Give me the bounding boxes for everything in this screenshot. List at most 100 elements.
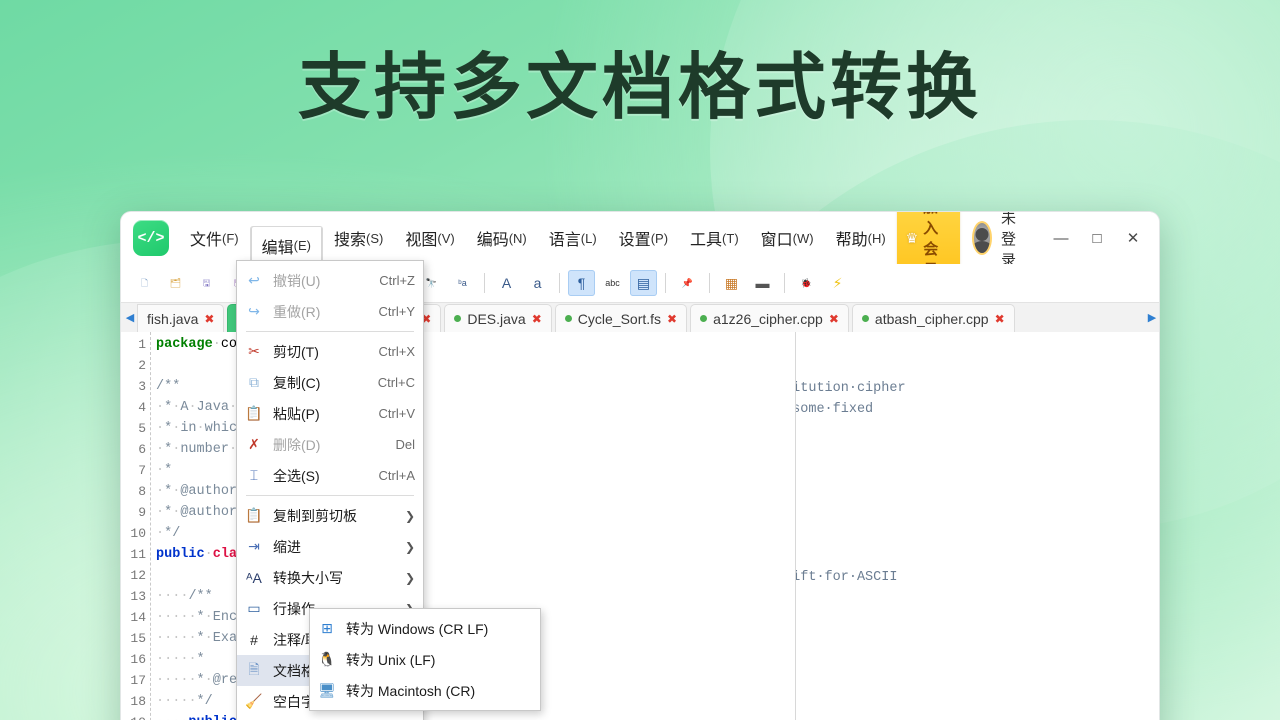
menu-undo-label: 撤销(U) [273,272,321,289]
menu-encoding-label: 编码 [476,232,509,249]
open-file-icon[interactable]: 🗂 [162,270,189,296]
debug-icon-glyph: 🐞 [800,277,813,288]
menu-cut-accelerator: Ctrl+X [378,344,415,359]
menu-copy-to-clipboard-label: 复制到剪切板 [273,507,357,524]
menu-help[interactable]: 帮助 (H) [825,212,897,264]
app-window: </> 文件 (F) 编辑 (E) 搜索 (S) 视图 (V) 编码 (N) 语言 (L) 设置 (P) 工… [120,211,1160,720]
color-picker-icon[interactable]: ▦ [718,270,745,296]
menu-window[interactable]: 窗口 (W) [750,212,825,264]
select-all-icon: ⌶ [249,467,259,483]
tab-fish-java[interactable]: fish.java ✖ [137,304,225,332]
color-picker-icon-glyph: ▦ [724,275,739,291]
menu-copy-to-clipboard[interactable]: 📋 复制到剪切板 ❯ [237,500,423,531]
increase-font-icon[interactable]: A [493,270,520,296]
menu-select-all[interactable]: ⌶ 全选(S) Ctrl+A [237,460,423,491]
tab-scroll-right-button[interactable]: ▶ [1145,302,1159,332]
login-status[interactable]: 未登录 [1001,212,1025,270]
menu-view[interactable]: 视图 (V) [394,212,465,264]
avatar[interactable] [972,221,992,255]
pin-icon-glyph: 📌 [681,277,694,288]
toolbar-separator [665,273,666,293]
menu-paste[interactable]: 📋 粘贴(P) Ctrl+V [237,398,423,429]
chevron-right-icon: ❯ [404,539,415,554]
menu-language-mnemonic: (L) [580,230,597,246]
tab-close-icon[interactable]: ✖ [532,312,542,326]
console-icon[interactable]: ▬ [749,270,776,296]
line-number: 16 [130,652,146,667]
menu-language[interactable]: 语言 (L) [538,212,608,264]
code-line-right: phabet.·/ [796,420,1159,441]
tab-close-icon[interactable]: ✖ [667,312,677,326]
replace-icon-glyph: ᵇa [458,277,467,288]
menu-file-mnemonic: (F) [222,230,239,246]
menu-edit[interactable]: 编辑 (E) [249,226,323,264]
run-icon[interactable]: ⚡ [824,270,851,296]
menu-encoding-mnemonic: (N) [508,230,527,246]
run-icon-glyph: ⚡ [832,275,843,291]
line-number: 7 [138,463,146,478]
maximize-button[interactable]: □ [1079,222,1115,254]
menu-separator [246,495,414,496]
submenu-to-macintosh[interactable]: 🖥 转为 Macintosh (CR) [310,675,540,706]
menu-paste-accelerator: Ctrl+V [378,406,415,421]
menu-search-mnemonic: (S) [366,230,384,246]
menu-indent-label: 缩进 [273,538,301,555]
menu-file-label: 文件 [190,232,223,249]
menu-edit-label: 编辑 [261,239,294,257]
line-number: 8 [138,484,146,499]
save-icon[interactable]: 🖫 [193,270,220,296]
menu-redo-accelerator: Ctrl+Y [378,304,415,319]
menu-file[interactable]: 文件 (F) [179,212,250,264]
tab-scroll-left-button[interactable]: ◀ [123,302,137,332]
menu-settings-label: 设置 [618,232,651,249]
code-text-right-2: ery·Latin·char·by·add·number·shift·for·A… [796,565,1159,588]
menu-redo[interactable]: ↪ 重做(R) Ctrl+Y [237,296,423,327]
menu-select-all-accelerator: Ctrl+A [378,468,415,483]
menu-copy[interactable]: ⧉ 复制(C) Ctrl+C [237,367,423,398]
tab-close-icon[interactable]: ✖ [995,312,1005,326]
indent-guide-icon[interactable]: ▤ [630,270,657,296]
menu-help-label: 帮助 [835,232,868,249]
line-number: 10 [130,526,146,541]
macintosh-icon: 🖥 [318,682,336,698]
eol-convert-submenu[interactable]: ⊞ 转为 Windows (CR LF) 🐧 转为 Unix (LF) 🖥 转为 Maci… [309,608,541,711]
tab-close-icon[interactable]: ✖ [204,312,214,326]
indent-icon: ⇥ [248,538,260,554]
menu-encoding[interactable]: 编码 (N) [466,212,538,264]
pin-icon[interactable]: 📌 [674,270,701,296]
close-button[interactable]: ✕ [1115,222,1151,254]
minimize-button[interactable]: — [1043,222,1079,254]
replace-icon[interactable]: ᵇa [449,270,476,296]
menu-convert-case[interactable]: ᴬA 转换大小写 ❯ [237,562,423,593]
word-wrap-icon[interactable]: abc [599,270,626,296]
submenu-to-windows[interactable]: ⊞ 转为 Windows (CR LF) [310,613,540,644]
menu-bar: </> 文件 (F) 编辑 (E) 搜索 (S) 视图 (V) 编码 (N) 语言 (L) 设置 (P) 工… [121,212,1159,285]
show-all-chars-icon[interactable]: ¶ [568,270,595,296]
menu-tools[interactable]: 工具 (T) [679,212,750,264]
tab-atbash-cipher-cpp[interactable]: atbash_cipher.cpp ✖ [851,304,1015,332]
decrease-font-icon[interactable]: a [524,270,551,296]
menu-undo[interactable]: ↩ 撤销(U) Ctrl+Z [237,265,423,296]
tab-close-icon[interactable]: ✖ [829,312,839,326]
new-file-icon[interactable]: 🗋 [131,270,158,296]
menu-language-label: 语言 [548,232,581,249]
doc-convert-icon: 🗎 [248,660,260,677]
tab-des-java[interactable]: DES.java ✖ [444,304,552,332]
debug-icon[interactable]: 🐞 [793,270,820,296]
menu-settings[interactable]: 设置 (P) [608,212,679,264]
toolbar-separator [709,273,710,293]
line-number: 5 [138,421,146,436]
menu-search[interactable]: 搜索 (S) [323,212,394,264]
hash-icon: # [250,631,258,648]
editor-pane-right[interactable]: ·Cipher.·/It·is·a·type·of·substitution·c… [796,332,1159,720]
menu-indent[interactable]: ⇥ 缩进 ❯ [237,531,423,562]
x-mark-icon: ✗ [248,436,260,452]
linux-icon: 🐧 [318,651,336,667]
increase-font-icon-glyph: A [501,275,512,291]
menu-delete[interactable]: ✗ 删除(D) Del [237,429,423,460]
submenu-to-unix[interactable]: 🐧 转为 Unix (LF) [310,644,540,675]
line-number-gutter: 1234567891011121314151617181920212223 [121,332,151,720]
tab-cycle-sort-fs[interactable]: Cycle_Sort.fs ✖ [554,304,688,332]
menu-cut[interactable]: ✂ 剪切(T) Ctrl+X [237,336,423,367]
tab-a1z26-cipher-cpp[interactable]: a1z26_cipher.cpp ✖ [690,304,849,332]
